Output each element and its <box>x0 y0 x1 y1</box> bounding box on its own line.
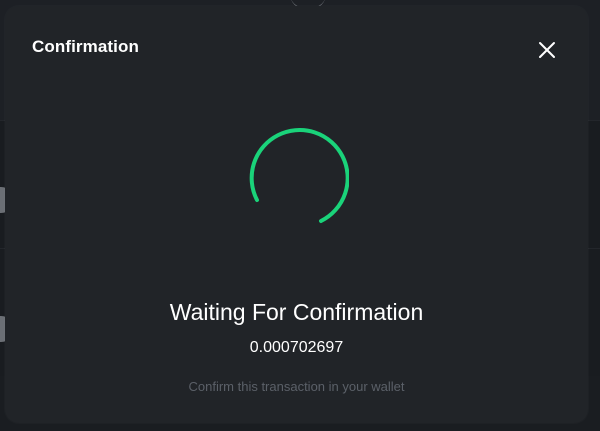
wallet-confirm-hint: Confirm this transaction in your wallet <box>188 379 405 394</box>
transaction-amount: 0.000702697 <box>249 339 344 356</box>
close-button[interactable] <box>534 37 560 63</box>
close-icon <box>539 42 555 58</box>
modal-title: Confirmation <box>32 37 139 56</box>
loading-spinner-icon <box>249 128 349 223</box>
waiting-status-title: Waiting For Confirmation <box>169 299 424 325</box>
confirmation-modal: Confirmation Waiting For Confirmation 0.… <box>5 6 588 423</box>
